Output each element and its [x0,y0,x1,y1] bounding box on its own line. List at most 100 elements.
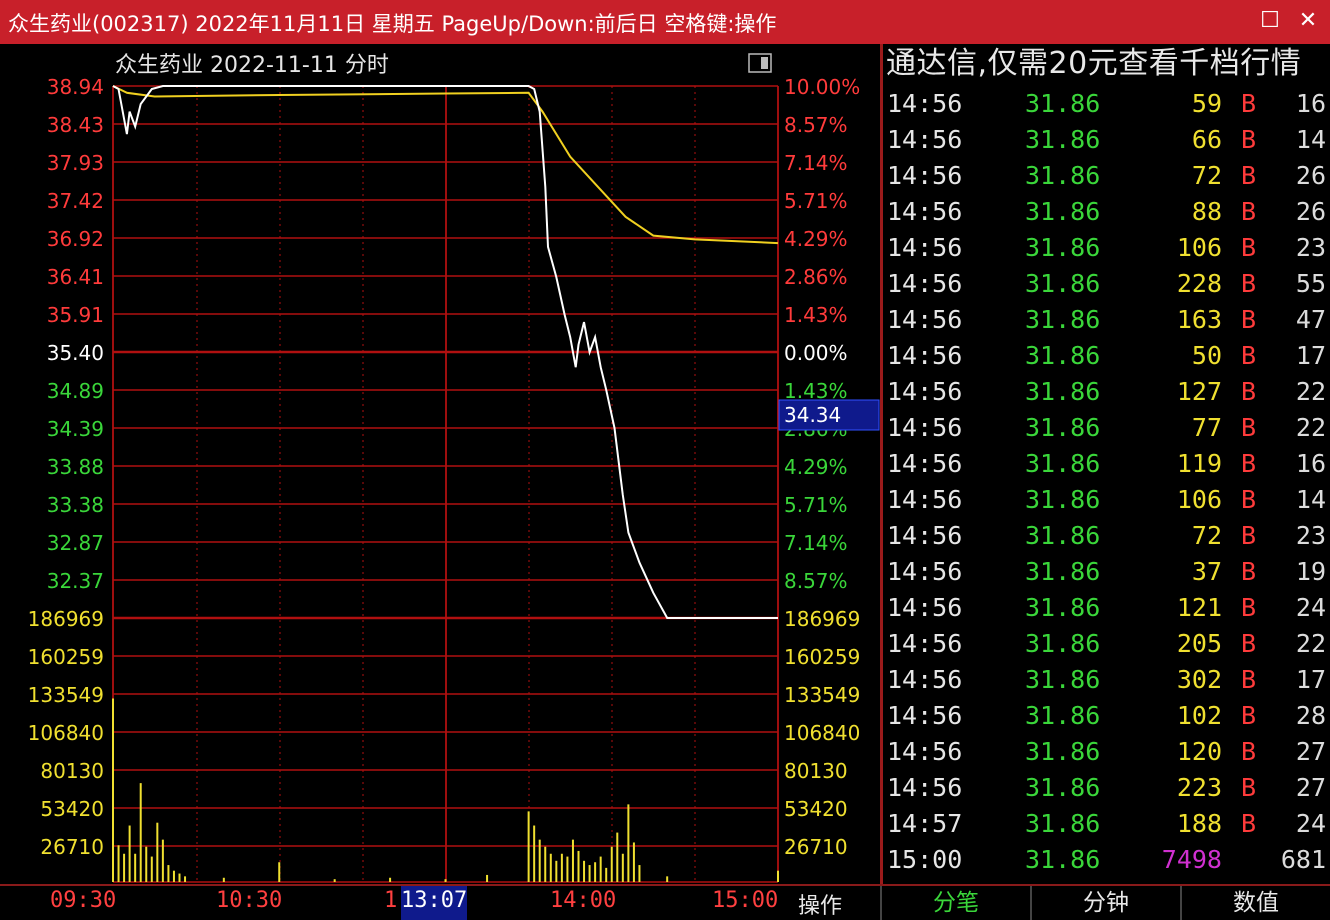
tick-time: 14:56 [887,161,963,190]
tick-count: 16 [1295,89,1326,118]
tick-price: 31.86 [1025,305,1101,334]
tick-side: B [1241,89,1257,118]
tick-row[interactable]: 14:56 31.86 120 B 27 [883,734,1330,770]
tick-volume: 119 [1176,449,1222,478]
time-label-0930: 09:30 [50,888,117,913]
tick-row[interactable]: 15:00 31.86 7498 681 [883,842,1330,878]
tick-count: 28 [1295,701,1326,730]
tick-volume: 59 [1191,89,1222,118]
window-title: 众生药业(002317) 2022年11月11日 星期五 PageUp/Down… [8,12,777,36]
tick-volume: 37 [1191,557,1222,586]
tick-volume: 66 [1191,125,1222,154]
tick-price: 31.86 [1025,737,1101,766]
tick-price: 31.86 [1025,197,1101,226]
tick-side: B [1241,773,1257,802]
tick-count: 22 [1295,413,1326,442]
right-axis-label: 5.71% [784,493,848,517]
right-axis-label: 5.71% [784,189,848,213]
tick-time: 14:56 [887,737,963,766]
tick-price: 31.86 [1025,557,1101,586]
tick-time: 14:56 [887,449,963,478]
right-axis-label: 106840 [784,721,860,745]
tick-volume: 163 [1176,305,1222,334]
tick-price: 31.86 [1025,773,1101,802]
tick-time: 14:56 [887,701,963,730]
tick-row[interactable]: 14:56 31.86 72 B 23 [883,518,1330,554]
tick-side: B [1241,665,1257,694]
tick-row[interactable]: 14:56 31.86 121 B 24 [883,590,1330,626]
tick-row[interactable]: 14:56 31.86 106 B 23 [883,230,1330,266]
tick-row[interactable]: 14:56 31.86 102 B 28 [883,698,1330,734]
tick-count: 27 [1295,737,1326,766]
tick-row[interactable]: 14:56 31.86 119 B 16 [883,446,1330,482]
tick-time: 14:56 [887,413,963,442]
tick-price: 31.86 [1025,593,1101,622]
tab-values[interactable]: 数值 [1180,886,1330,920]
tick-count: 17 [1295,665,1326,694]
tick-time: 14:56 [887,557,963,586]
intraday-chart[interactable]: 众生药业 2022-11-11 分时 38.94 38.43 37.93 37.42 36… [0,44,880,884]
tick-time: 14:56 [887,665,963,694]
tick-price: 31.86 [1025,413,1101,442]
right-axis-label: 2.86% [784,265,848,289]
tick-row[interactable]: 14:56 31.86 127 B 22 [883,374,1330,410]
tick-price: 31.86 [1025,521,1101,550]
tick-time: 14:57 [887,809,963,838]
tick-count: 19 [1295,557,1326,586]
tick-side: B [1241,629,1257,658]
close-icon[interactable]: ✕ [1294,8,1322,34]
tick-side: B [1241,233,1257,262]
tick-row[interactable]: 14:56 31.86 66 B 14 [883,122,1330,158]
tick-row[interactable]: 14:57 31.86 188 B 24 [883,806,1330,842]
tick-row[interactable]: 14:56 31.86 302 B 17 [883,662,1330,698]
tick-count: 23 [1295,233,1326,262]
tick-count: 14 [1295,485,1326,514]
tick-volume: 7498 [1161,845,1222,874]
title-bar: 众生药业(002317) 2022年11月11日 星期五 PageUp/Down… [0,0,1330,44]
intraday-chart-panel[interactable]: 众生药业 2022-11-11 分时 38.94 38.43 37.93 37.42 36… [0,44,880,884]
tick-row[interactable]: 14:56 31.86 59 B 16 [883,86,1330,122]
tick-row[interactable]: 14:56 31.86 50 B 17 [883,338,1330,374]
tick-time: 14:56 [887,377,963,406]
tick-row[interactable]: 14:56 31.86 228 B 55 [883,266,1330,302]
tick-side: B [1241,161,1257,190]
tick-side: B [1241,593,1257,622]
tick-row[interactable]: 14:56 31.86 205 B 22 [883,626,1330,662]
tick-row[interactable]: 14:56 31.86 223 B 27 [883,770,1330,806]
maximize-icon[interactable]: ☐ [1256,8,1284,34]
left-axis-label: 37.93 [47,151,104,175]
tick-count: 26 [1295,197,1326,226]
tick-side: B [1241,269,1257,298]
tick-panel-ad[interactable]: 通达信,仅需20元查看千档行情 [883,44,1330,84]
tick-list[interactable]: 14:56 31.86 59 B 16 14:56 31.86 66 B 14 14:56 31.86… [883,86,1330,878]
tick-side: B [1241,125,1257,154]
tick-row[interactable]: 14:56 31.86 72 B 26 [883,158,1330,194]
tick-time: 14:56 [887,305,963,334]
tick-row[interactable]: 14:56 31.86 88 B 26 [883,194,1330,230]
tick-row[interactable]: 14:56 31.86 106 B 14 [883,482,1330,518]
tab-ticks[interactable]: 分笔 [880,886,1030,920]
operate-button[interactable]: 操作 [798,888,842,920]
left-axis-label: 37.42 [47,189,104,213]
tick-side: B [1241,449,1257,478]
tick-count: 47 [1295,305,1326,334]
left-axis-label: 36.92 [47,227,104,251]
right-axis-label: 7.14% [784,151,848,175]
tick-side: B [1241,701,1257,730]
tick-time: 14:56 [887,125,963,154]
tick-volume: 50 [1191,341,1222,370]
right-axis-label: 4.29% [784,227,848,251]
tab-minutes[interactable]: 分钟 [1030,886,1180,920]
tick-time: 14:56 [887,233,963,262]
tick-count: 23 [1295,521,1326,550]
left-axis-label: 35.40 [47,341,104,365]
tick-time: 14:56 [887,773,963,802]
tick-row[interactable]: 14:56 31.86 77 B 22 [883,410,1330,446]
time-label-1400: 14:00 [550,888,617,913]
right-axis-label: 26710 [784,835,848,859]
right-axis-label: 0.00% [784,341,848,365]
tick-row[interactable]: 14:56 31.86 163 B 47 [883,302,1330,338]
tick-count: 22 [1295,629,1326,658]
tick-price: 31.86 [1025,233,1101,262]
tick-row[interactable]: 14:56 31.86 37 B 19 [883,554,1330,590]
